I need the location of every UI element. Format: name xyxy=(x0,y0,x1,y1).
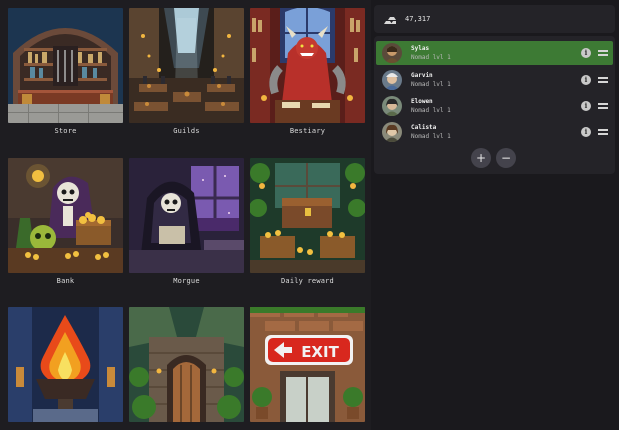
location-label: Guilds xyxy=(173,127,200,135)
member-class: Nomad lvl 1 xyxy=(411,107,451,114)
location-grid: Store Guilds Bestiary Bank Morgue Daily … xyxy=(0,0,371,430)
location-label: Bank xyxy=(56,277,75,285)
location-bank[interactable]: Bank xyxy=(8,158,123,285)
location-exit[interactable]: EXIT xyxy=(250,307,365,422)
location-guilds[interactable]: Guilds xyxy=(129,8,244,135)
side-panel: 47,317 Sylas Nomad lvl 1 i Garvin Nomad … xyxy=(371,0,619,430)
member-name: Garvin xyxy=(411,72,433,79)
gold-bars-icon xyxy=(384,17,396,24)
avatar xyxy=(382,43,402,63)
morgue-image xyxy=(129,158,244,273)
location-daily-reward[interactable]: Daily reward xyxy=(250,158,365,285)
member-name: Calista xyxy=(411,124,437,131)
bank-image xyxy=(8,158,123,273)
location-label: Store xyxy=(54,127,77,135)
party-member[interactable]: Calista Nomad lvl 1 i xyxy=(376,120,613,144)
store-image xyxy=(8,8,123,123)
party-member[interactable]: Garvin Nomad lvl 1 i xyxy=(376,68,613,92)
info-icon[interactable]: i xyxy=(581,101,591,111)
location-morgue[interactable]: Morgue xyxy=(129,158,244,285)
member-class: Nomad lvl 1 xyxy=(411,81,451,88)
brazier-image xyxy=(8,307,123,422)
exit-sign-text: EXIT xyxy=(301,343,339,361)
exit-image: EXIT xyxy=(250,307,365,422)
location-label: Bestiary xyxy=(289,127,326,135)
party-panel: Sylas Nomad lvl 1 i Garvin Nomad lvl 1 i… xyxy=(374,36,615,174)
drag-handle-icon[interactable] xyxy=(598,77,608,83)
remove-member-button[interactable]: − xyxy=(496,148,516,168)
add-member-button[interactable]: + xyxy=(471,148,491,168)
member-class: Nomad lvl 1 xyxy=(411,133,451,140)
dungeon-gate-image xyxy=(129,307,244,422)
daily-reward-image xyxy=(250,158,365,273)
avatar xyxy=(382,70,402,90)
drag-handle-icon[interactable] xyxy=(598,103,608,109)
drag-handle-icon[interactable] xyxy=(598,50,608,56)
member-name: Elowen xyxy=(411,98,433,105)
party-member[interactable]: Elowen Nomad lvl 1 i xyxy=(376,94,613,118)
location-bestiary[interactable]: Bestiary xyxy=(250,8,365,135)
info-icon[interactable]: i xyxy=(581,48,591,58)
location-dungeon-gate[interactable] xyxy=(129,307,244,422)
party-member[interactable]: Sylas Nomad lvl 1 i xyxy=(376,41,613,65)
guilds-image xyxy=(129,8,244,123)
location-brazier[interactable] xyxy=(8,307,123,422)
gold-amount: 47,317 xyxy=(405,15,431,23)
bestiary-image xyxy=(250,8,365,123)
member-name: Sylas xyxy=(411,45,430,52)
drag-handle-icon[interactable] xyxy=(598,129,608,135)
member-class: Nomad lvl 1 xyxy=(411,54,451,61)
location-label: Morgue xyxy=(173,277,200,285)
info-icon[interactable]: i xyxy=(581,127,591,137)
avatar xyxy=(382,122,402,142)
gold-counter: 47,317 xyxy=(374,5,615,33)
info-icon[interactable]: i xyxy=(581,75,591,85)
location-label: Daily reward xyxy=(281,277,334,285)
location-store[interactable]: Store xyxy=(8,8,123,135)
avatar xyxy=(382,96,402,116)
